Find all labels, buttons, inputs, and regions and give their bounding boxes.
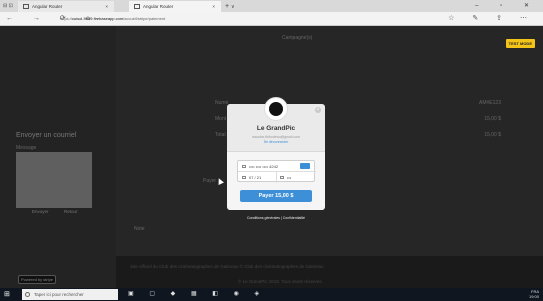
card-brand-icon bbox=[300, 163, 310, 169]
url-path: /accueil/stripe/paiement bbox=[123, 16, 166, 21]
payer-label: Payer bbox=[203, 178, 217, 184]
tab-page-icon bbox=[134, 4, 140, 9]
row-label: Total bbox=[215, 132, 226, 138]
pay-button[interactable]: Payer 15,00 $ bbox=[240, 190, 312, 202]
checkout-modal: × Le GrandPic maurice.thibodeau@gmail.co… bbox=[227, 97, 325, 232]
sidebar: Envoyer un courriel Message Envoyer Reto… bbox=[0, 26, 116, 288]
card-number-field[interactable]: •••• •••• •••• 4242 bbox=[242, 163, 278, 170]
browser-tab-bar: ⊟ ⊡ Angular Router × Angular Router × + … bbox=[0, 0, 543, 12]
tab-page-icon bbox=[23, 4, 29, 9]
taskbar-search-input[interactable]: Taper ici pour rechercher bbox=[22, 289, 118, 300]
start-icon[interactable]: ⊞ bbox=[4, 291, 10, 298]
page-content: Envoyer un courriel Message Envoyer Reto… bbox=[0, 26, 543, 288]
browser-tab-2[interactable]: Angular Router × bbox=[129, 1, 221, 12]
close-icon[interactable]: × bbox=[315, 107, 321, 113]
merchant-logo bbox=[264, 97, 288, 121]
taskbar-app-icons[interactable]: ▣ ▢ ◆ ▦ ◧ ◉ ◈ bbox=[128, 290, 266, 299]
back-button[interactable]: Retour bbox=[64, 209, 78, 214]
row-value: 15,00 $ bbox=[484, 132, 501, 138]
toolbar-icons[interactable]: ☆ ✎ ⇪ ⋯ bbox=[448, 14, 535, 24]
search-icon bbox=[25, 292, 30, 297]
message-textarea[interactable] bbox=[16, 152, 92, 208]
tab-title: Angular Router bbox=[143, 4, 174, 9]
tray-time: 19:00 bbox=[528, 294, 539, 299]
note-label: Note bbox=[134, 226, 145, 232]
footer-line-1: Site officiel du Club des cinématographe… bbox=[130, 264, 324, 269]
card-expiry-field[interactable]: 07 / 21 bbox=[242, 174, 261, 181]
row-value: AM#E123 bbox=[479, 100, 501, 106]
taskbar: ⊞ Taper ici pour rechercher ▣ ▢ ◆ ▦ ◧ ◉ … bbox=[0, 288, 543, 301]
address-bar: ← → ⟳ ⌂ https://cuisol-9f6f9.firebaseapp… bbox=[0, 12, 543, 26]
window-controls[interactable]: – ▫ ✕ bbox=[475, 0, 539, 12]
user-email: maurice.thibodeau@gmail.com bbox=[251, 135, 301, 139]
lock-icon bbox=[280, 176, 284, 180]
tab-controls-icon[interactable]: ⊟ ⊡ bbox=[3, 1, 13, 12]
url-field[interactable]: https://cuisol-9f6f9.firebaseapp.com/acc… bbox=[60, 15, 165, 23]
merchant-name: Le GrandPic bbox=[256, 125, 296, 132]
card-icon bbox=[242, 165, 246, 169]
message-label: Message bbox=[16, 145, 37, 151]
tab-title: Angular Router bbox=[32, 4, 63, 9]
card-cvc-field[interactable]: ••• bbox=[280, 174, 291, 181]
url-host: cuisol-9f6f9.firebaseapp.com bbox=[72, 16, 124, 21]
powered-by-stripe: Powered by stripe bbox=[18, 275, 57, 284]
tab-close-icon[interactable]: × bbox=[212, 1, 215, 12]
send-button[interactable]: Envoyer bbox=[32, 209, 49, 214]
system-tray[interactable]: FRA 19:00 bbox=[529, 289, 539, 299]
row-label: Mont bbox=[215, 116, 227, 122]
url-prefix: https:// bbox=[60, 16, 73, 21]
email-heading: Envoyer un courriel bbox=[16, 132, 77, 139]
browser-tab-1[interactable]: Angular Router × bbox=[18, 1, 114, 12]
tab-close-icon[interactable]: × bbox=[105, 1, 108, 12]
main-panel bbox=[116, 26, 543, 256]
campagne-label: Campagne(s) bbox=[282, 35, 313, 41]
test-mode-badge: TEST MODE bbox=[505, 39, 535, 48]
disconnect-link[interactable]: Se déconnecter bbox=[227, 140, 325, 144]
card-input-group: •••• •••• •••• 4242 07 / 21 ••• bbox=[237, 160, 316, 183]
checkout-footer-links[interactable]: Conditions générales | Confidentialité bbox=[227, 216, 325, 220]
calendar-icon bbox=[242, 176, 246, 180]
row-value: 15,00 $ bbox=[484, 116, 501, 122]
footer-line-2: © Le GrandPic 2018. Tous droits réservés… bbox=[238, 279, 323, 284]
